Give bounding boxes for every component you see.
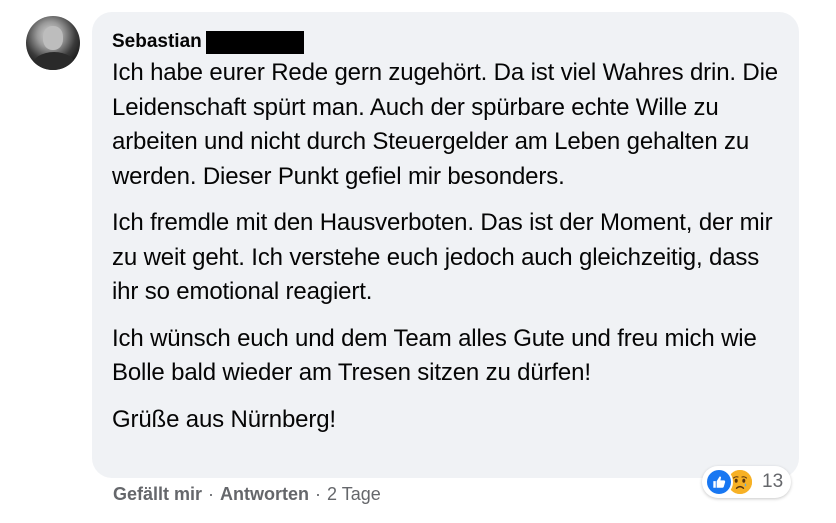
comment-paragraph: Ich habe eurer Rede gern zugehört. Da is…	[112, 59, 778, 190]
like-button[interactable]: Gefällt mir	[113, 484, 202, 505]
separator: ·	[208, 484, 215, 504]
comment-paragraph: Grüße aus Nürnberg!	[112, 405, 336, 433]
comment-bubble: Sebastian Ich habe eurer Rede gern zugeh…	[92, 12, 799, 478]
reply-button[interactable]: Antworten	[220, 484, 309, 505]
avatar[interactable]	[26, 16, 80, 70]
separator: ·	[315, 484, 322, 504]
like-icon	[705, 468, 733, 496]
avatar-shoulders	[32, 52, 76, 70]
comment-paragraph: Ich fremdle mit den Hausverboten. Das is…	[112, 209, 773, 305]
comment-actions: Gefällt mir · Antworten · 2 Tage	[113, 484, 381, 505]
author-row: Sebastian	[112, 28, 779, 56]
comment-paragraph: Ich wünsch euch und dem Team alles Gute …	[112, 324, 757, 387]
reactions-summary[interactable]: 13	[702, 466, 792, 498]
comment: Sebastian Ich habe eurer Rede gern zugeh…	[0, 0, 836, 523]
redacted-surname	[205, 30, 304, 54]
timestamp[interactable]: 2 Tage	[327, 484, 381, 505]
comment-body: Ich habe eurer Rede gern zugehört. Da is…	[112, 56, 779, 437]
author-name[interactable]: Sebastian	[112, 31, 202, 53]
reaction-count: 13	[762, 471, 784, 492]
avatar-face	[43, 26, 63, 50]
